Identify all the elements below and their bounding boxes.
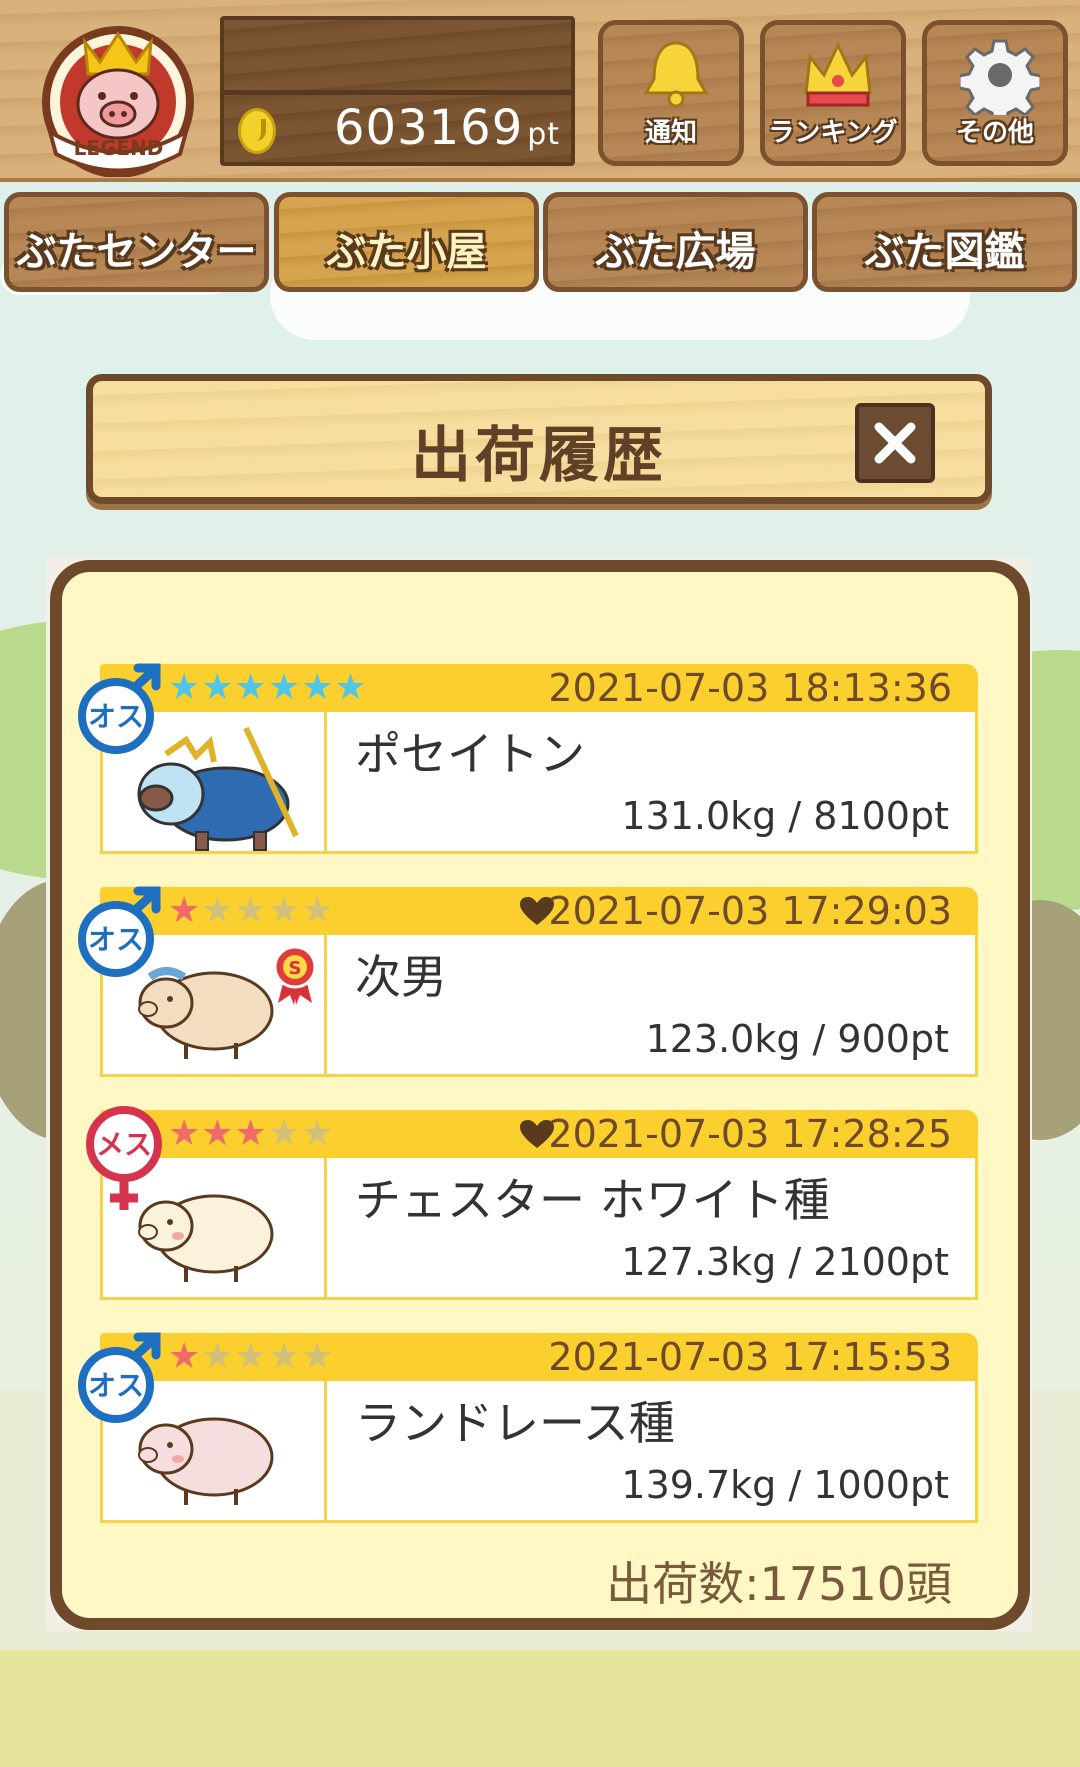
list-item[interactable]: ★★★★★ 2021-07-03 17:28:25 チェスター ホワイト種 12… [86,1106,978,1300]
star-rating: ★★★★★ [168,890,335,931]
pig-weight-price: 139.7kg / 1000pt [621,1463,949,1507]
notifications-label: 通知 [644,118,697,148]
star-rating: ★★★★★ [168,1113,335,1154]
entry-header: ★★★★★ 2021-07-03 17:15:53 [100,1333,978,1381]
star-rating: ★★★★★★ [168,667,368,708]
dialog-title-banner: 出荷履歴 [86,374,992,504]
coin-icon [238,108,276,154]
notifications-button[interactable]: 通知 [598,20,744,166]
ribbon-label: S [289,958,302,979]
pig-weight-price: 127.3kg / 2100pt [621,1240,949,1284]
list-item[interactable]: ★★★★★ 2021-07-03 17:29:03 次男 123.0kg / 9… [78,886,978,1077]
star-rating: ★★★★★ [168,1336,335,1377]
pig-weight-price: 131.0kg / 8100pt [621,794,949,838]
points-unit: pt [527,117,561,152]
gender-label: メス [96,1128,152,1161]
tab-buta-center[interactable]: ぶたセンター [4,192,269,292]
more-label: その他 [955,118,1034,148]
entry-timestamp: 2021-07-03 17:28:25 [548,1112,952,1156]
ranking-button[interactable]: ランキング [760,20,906,166]
gear-icon [960,39,1040,115]
shipment-count: 出荷数:17510頭 [606,1557,952,1611]
pig-name: 次男 [355,950,447,1004]
poseidon-pig-icon [137,726,299,851]
pig-icon [138,1194,274,1282]
tab-label: ぶた広場 [595,229,756,275]
pig-icon [138,1417,274,1505]
pig-icon [138,967,274,1059]
list-item[interactable]: ★★★★★ 2021-07-03 17:15:53 ランドレース種 139.7k… [78,1332,978,1523]
close-button[interactable] [855,403,935,483]
points-display: 603169 pt [334,100,560,156]
legend-rank-badge[interactable]: LEGEND [30,12,205,178]
pig-name: ポセイトン [355,727,585,781]
entry-header: ★★★★★★ 2021-07-03 18:13:36 [100,664,978,712]
entry-timestamp: 2021-07-03 18:13:36 [548,666,952,710]
bell-icon [643,41,709,108]
tab-label: ぶたセンター [16,229,257,275]
entry-timestamp: 2021-07-03 17:29:03 [548,889,952,933]
pig-name: ランドレース種 [355,1396,675,1450]
tab-label: ぶた図鑑 [864,229,1025,275]
ground-strip [0,1650,1080,1767]
legend-badge-text: LEGEND [73,136,164,160]
ranking-label: ランキング [768,118,898,148]
dialog-title: 出荷履歴 [411,421,667,491]
entry-timestamp: 2021-07-03 17:15:53 [548,1335,952,1379]
panel-divider [224,90,571,95]
more-button[interactable]: その他 [922,20,1068,166]
pig-name: チェスター ホワイト種 [355,1173,830,1227]
points-panel: 603169 pt [220,16,575,166]
crown-icon [804,41,872,107]
close-icon [874,422,916,464]
pig-weight-price: 123.0kg / 900pt [645,1017,949,1061]
entry-header: ★★★★★ 2021-07-03 17:28:25 [100,1110,978,1158]
tab-buta-encyclopedia[interactable]: ぶた図鑑 [812,192,1077,292]
top-header: LEGEND 603169 pt 通知 ランキング その他 [0,0,1080,182]
points-value: 603169 [334,100,524,156]
ribbon-award-icon: S [273,945,317,1005]
tab-label: ぶた小屋 [326,229,487,275]
list-item[interactable]: ★★★★★★ 2021-07-03 18:13:36 ポセイトン 131.0kg… [78,663,978,854]
tab-buta-hut[interactable]: ぶた小屋 [274,192,539,292]
tab-buta-plaza[interactable]: ぶた広場 [543,192,808,292]
entry-header: ★★★★★ 2021-07-03 17:29:03 [100,887,978,935]
